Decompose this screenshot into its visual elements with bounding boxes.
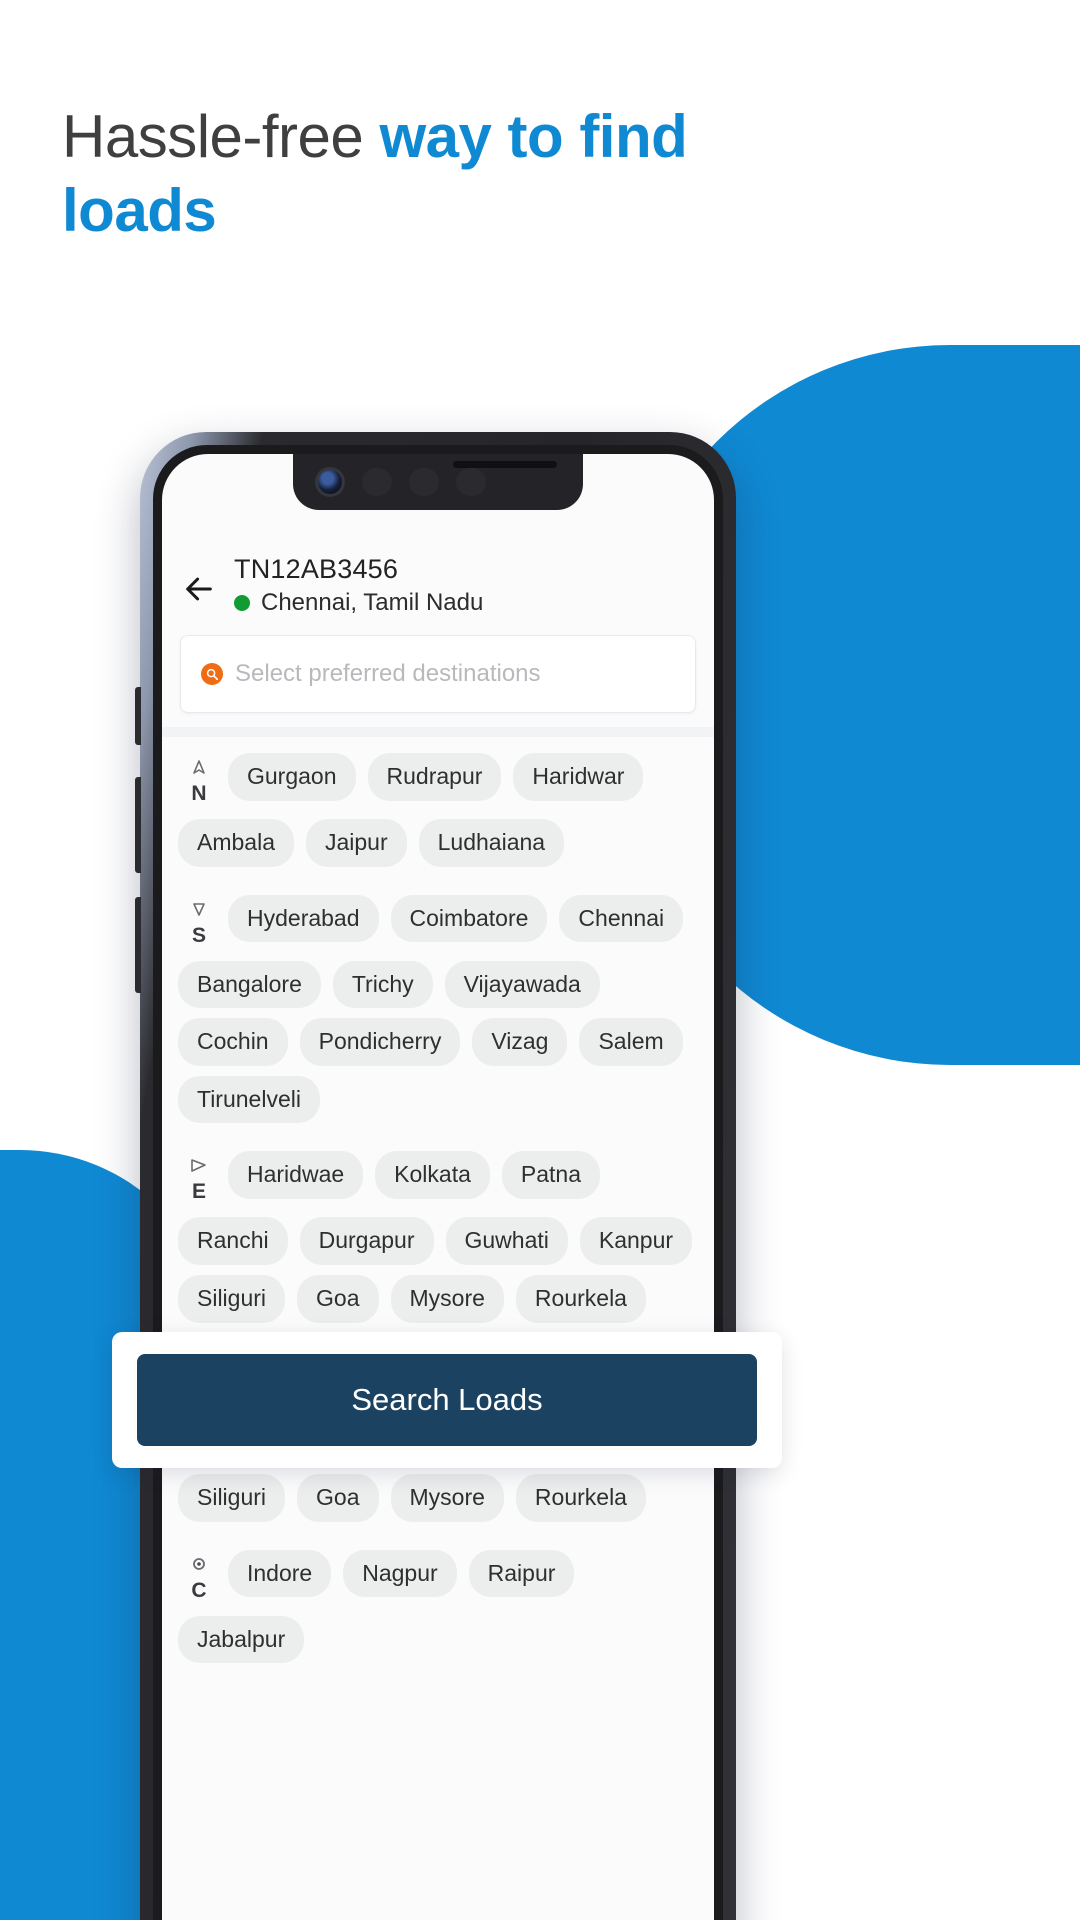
- compass-north-icon: N: [182, 755, 216, 809]
- destination-chip[interactable]: Mysore: [390, 1474, 504, 1522]
- destination-chip[interactable]: Rourkela: [515, 1274, 646, 1323]
- region-south: S Hyderabad Coimbatore Chennai Bangalore…: [178, 894, 698, 1124]
- regions-list: N Gurgaon Rudrapur Haridwar Ambala Jaipu…: [162, 737, 714, 1664]
- destination-chip[interactable]: Guwhati: [445, 1217, 568, 1265]
- destination-chip[interactable]: Durgapur: [299, 1217, 434, 1265]
- location-label: Chennai, Tamil Nadu: [261, 589, 484, 616]
- destination-chip[interactable]: Gurgaon: [228, 753, 356, 801]
- destination-chip[interactable]: Cochin: [178, 1018, 288, 1066]
- phone-button-mute: [135, 687, 141, 745]
- headline-plain: Hassle-free: [62, 103, 380, 170]
- proximity-sensor-icon: [362, 468, 392, 496]
- app-header: TN12AB3456 Chennai, Tamil Nadu: [162, 532, 714, 629]
- svg-text:E: E: [192, 1180, 206, 1203]
- phone-button-volume-up: [135, 777, 141, 873]
- destination-chip[interactable]: Vijayawada: [444, 960, 600, 1009]
- phone-button-volume-down: [135, 897, 141, 993]
- phone-screen: TN12AB3456 Chennai, Tamil Nadu Select pr…: [162, 454, 714, 1920]
- destination-chip[interactable]: Kanpur: [579, 1217, 693, 1265]
- destination-chip[interactable]: Siliguri: [178, 1474, 286, 1522]
- destination-chip[interactable]: Raipur: [468, 1549, 575, 1598]
- compass-east-icon: E: [182, 1153, 216, 1207]
- destination-chip[interactable]: Vizag: [472, 1018, 568, 1066]
- destination-chip[interactable]: Kolkata: [375, 1151, 490, 1199]
- phone-mockup: TN12AB3456 Chennai, Tamil Nadu Select pr…: [135, 432, 736, 1920]
- destination-chip[interactable]: Haridwar: [513, 753, 644, 801]
- search-icon: [201, 663, 223, 685]
- destination-chip[interactable]: Jabalpur: [178, 1615, 305, 1664]
- destination-chip[interactable]: Ambala: [178, 819, 294, 867]
- earpiece-speaker-icon: [453, 461, 557, 468]
- destination-chip[interactable]: Trichy: [332, 960, 433, 1009]
- destination-chip[interactable]: Jaipur: [305, 819, 407, 867]
- destination-chip[interactable]: Bangalore: [178, 960, 321, 1009]
- region-north: N Gurgaon Rudrapur Haridwar Ambala Jaipu…: [178, 753, 698, 867]
- destination-chip[interactable]: Ranchi: [178, 1217, 288, 1265]
- phone-frame: TN12AB3456 Chennai, Tamil Nadu Select pr…: [135, 432, 736, 1920]
- status-dot-icon: [234, 595, 250, 611]
- promo-screenshot: Hassle-free way to find loads TN12AB3456…: [0, 0, 1080, 1920]
- destination-chip[interactable]: Rudrapur: [367, 753, 502, 801]
- compass-central-icon: C: [182, 1552, 216, 1606]
- search-input[interactable]: Select preferred destinations: [235, 660, 541, 688]
- destination-chip[interactable]: Coimbatore: [390, 894, 548, 943]
- destination-search-box[interactable]: Select preferred destinations: [180, 635, 696, 713]
- destination-chip[interactable]: Hyderabad: [228, 894, 379, 943]
- destination-chip[interactable]: Ludhaiana: [418, 819, 565, 867]
- destination-chip[interactable]: Tirunelveli: [178, 1075, 320, 1124]
- svg-text:C: C: [191, 1579, 206, 1602]
- destination-chip[interactable]: Chennai: [559, 894, 684, 943]
- header-text-block: TN12AB3456 Chennai, Tamil Nadu: [234, 554, 483, 617]
- page-title: Hassle-free way to find loads: [62, 100, 822, 248]
- destination-chip[interactable]: Salem: [579, 1018, 683, 1066]
- search-loads-button[interactable]: Search Loads: [137, 1354, 757, 1446]
- search-loads-card: Search Loads: [112, 1332, 782, 1468]
- region-central: C Indore Nagpur Raipur Jabalpur: [178, 1549, 698, 1664]
- svg-text:S: S: [192, 924, 206, 947]
- region-east: E Haridwae Kolkata Patna Ranchi Durgapur…: [178, 1151, 698, 1323]
- compass-south-icon: S: [182, 897, 216, 951]
- destination-chip[interactable]: Pondicherry: [299, 1018, 461, 1066]
- current-location: Chennai, Tamil Nadu: [234, 589, 483, 617]
- destination-chip[interactable]: Indore: [228, 1549, 332, 1598]
- front-camera-icon: [315, 467, 345, 497]
- destination-chip[interactable]: Haridwae: [228, 1151, 364, 1199]
- vehicle-number: TN12AB3456: [234, 554, 399, 584]
- destination-chip[interactable]: Siliguri: [178, 1274, 286, 1323]
- app-viewport: TN12AB3456 Chennai, Tamil Nadu Select pr…: [162, 454, 714, 1920]
- destination-chip[interactable]: Nagpur: [343, 1549, 457, 1598]
- destination-chip[interactable]: Patna: [501, 1151, 600, 1199]
- destination-chip[interactable]: Rourkela: [515, 1474, 646, 1522]
- phone-bezel: TN12AB3456 Chennai, Tamil Nadu Select pr…: [153, 445, 723, 1920]
- face-sensor-icon: [456, 468, 486, 496]
- destination-chip[interactable]: Mysore: [390, 1274, 504, 1323]
- ambient-sensor-icon: [409, 468, 439, 496]
- phone-notch: [293, 454, 583, 510]
- section-divider: [162, 727, 714, 737]
- svg-text:N: N: [191, 782, 206, 805]
- search-section: Select preferred destinations: [162, 629, 714, 727]
- destination-chip[interactable]: Goa: [297, 1474, 379, 1522]
- destination-chip[interactable]: Goa: [297, 1274, 379, 1323]
- back-arrow-icon[interactable]: [182, 572, 216, 606]
